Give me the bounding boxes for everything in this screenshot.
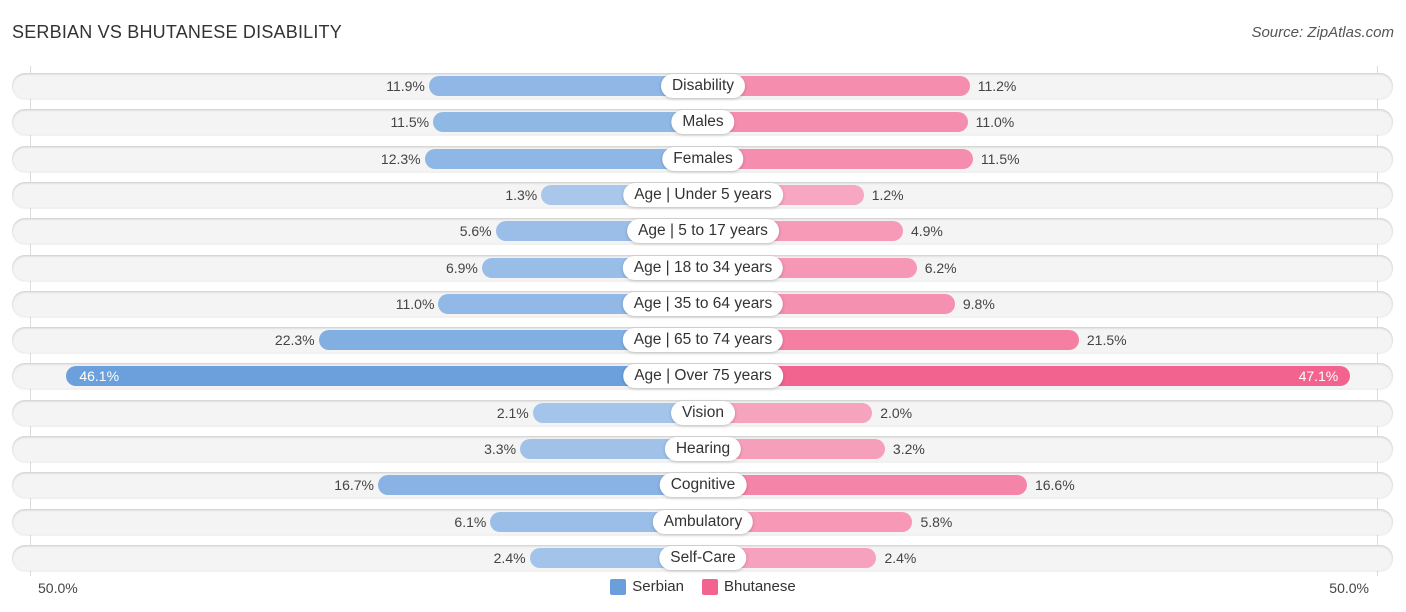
value-label-bhutanese: 1.2% — [871, 186, 904, 203]
value-label-bhutanese: 47.1% — [1298, 368, 1339, 385]
value-label-serbian: 11.5% — [390, 114, 430, 131]
value-label-bhutanese: 5.8% — [920, 513, 953, 530]
category-label: Hearing — [664, 437, 742, 461]
chart-row: 2.4% 2.4% Self-Care — [12, 544, 1393, 571]
value-label-serbian: 46.1% — [79, 368, 120, 385]
chart-row: 1.3% 1.2% Age | Under 5 years — [12, 181, 1393, 208]
chart-row: 22.3% 21.5% Age | 65 to 74 years — [12, 327, 1393, 354]
legend-swatch-bhutanese — [701, 578, 718, 595]
value-label-serbian: 22.3% — [274, 332, 315, 349]
category-label: Self-Care — [659, 545, 747, 570]
category-label: Vision — [671, 400, 735, 425]
chart-row: 12.3% 11.5% Females — [12, 145, 1393, 172]
value-label-bhutanese: 11.0% — [975, 114, 1015, 131]
value-label-bhutanese: 11.5% — [980, 150, 1020, 167]
value-label-serbian: 3.3% — [484, 441, 517, 457]
category-label: Cognitive — [659, 473, 747, 498]
legend-swatch-serbian — [610, 578, 627, 595]
bar-bhutanese[interactable] — [703, 366, 1351, 387]
axis-line-right — [1377, 66, 1378, 576]
value-label-serbian: 11.9% — [386, 78, 425, 94]
source-label: Source: ZipAtlas.com — [1251, 24, 1394, 41]
chart-row: 6.1% 5.8% Ambulatory — [12, 508, 1393, 535]
chart-row: 5.6% 4.9% Age | 5 to 17 years — [12, 218, 1393, 245]
legend-label-serbian: Serbian — [632, 578, 684, 595]
value-label-serbian: 6.9% — [445, 259, 478, 276]
bar-bhutanese[interactable] — [703, 148, 973, 169]
chart-row: 3.3% 3.2% Hearing — [12, 436, 1393, 462]
value-label-serbian: 6.1% — [454, 513, 487, 530]
category-label: Age | 5 to 17 years — [627, 219, 779, 244]
value-label-bhutanese: 6.2% — [924, 259, 957, 276]
value-label-bhutanese: 2.4% — [884, 549, 917, 566]
value-label-serbian: 1.3% — [505, 186, 538, 203]
legend-item-serbian[interactable]: Serbian — [610, 578, 684, 595]
legend-label-bhutanese: Bhutanese — [723, 578, 796, 595]
value-label-bhutanese: 3.2% — [892, 441, 925, 457]
value-label-bhutanese: 11.2% — [977, 78, 1017, 94]
chart-row: 11.9% 11.2% Disability — [12, 73, 1393, 99]
bar-serbian[interactable] — [433, 112, 703, 133]
chart-row: 46.1% 47.1% Age | Over 75 years — [12, 363, 1393, 390]
axis-line-left — [30, 66, 31, 576]
legend-item-bhutanese[interactable]: Bhutanese — [701, 578, 796, 595]
value-label-bhutanese: 21.5% — [1086, 332, 1127, 349]
value-label-serbian: 2.4% — [493, 549, 526, 566]
value-label-bhutanese: 16.6% — [1034, 477, 1075, 494]
category-label: Age | 65 to 74 years — [622, 328, 784, 353]
category-label: Males — [671, 110, 735, 135]
category-label: Disability — [660, 74, 746, 98]
value-label-serbian: 12.3% — [380, 150, 421, 167]
bar-bhutanese[interactable] — [703, 475, 1027, 496]
value-label-serbian: 5.6% — [459, 223, 492, 240]
chart-title: SERBIAN VS BHUTANESE DISABILITY — [12, 22, 342, 42]
bar-serbian[interactable] — [377, 475, 703, 496]
category-label: Age | Over 75 years — [623, 364, 783, 389]
value-label-serbian: 16.7% — [334, 477, 374, 494]
value-label-serbian: 11.0% — [395, 295, 435, 312]
category-label: Age | 35 to 64 years — [622, 291, 784, 316]
value-label-bhutanese: 4.9% — [910, 223, 943, 240]
value-label-bhutanese: 9.8% — [962, 295, 995, 312]
chart-row: 2.1% 2.0% Vision — [12, 399, 1393, 426]
chart-row: 11.0% 9.8% Age | 35 to 64 years — [12, 290, 1393, 317]
bar-serbian[interactable] — [424, 148, 703, 169]
chart-row: 6.9% 6.2% Age | 18 to 34 years — [12, 254, 1393, 281]
chart-row: 11.5% 11.0% Males — [12, 109, 1393, 136]
value-label-serbian: 2.1% — [496, 404, 529, 421]
category-label: Age | Under 5 years — [623, 182, 783, 207]
bar-serbian[interactable] — [66, 366, 703, 387]
category-label: Females — [662, 146, 744, 171]
chart-row: 16.7% 16.6% Cognitive — [12, 472, 1393, 499]
legend: Serbian Bhutanese — [0, 578, 1406, 595]
category-label: Age | 18 to 34 years — [622, 255, 784, 280]
value-label-bhutanese: 2.0% — [880, 404, 913, 421]
bar-bhutanese[interactable] — [703, 112, 968, 133]
category-label: Ambulatory — [652, 509, 754, 534]
